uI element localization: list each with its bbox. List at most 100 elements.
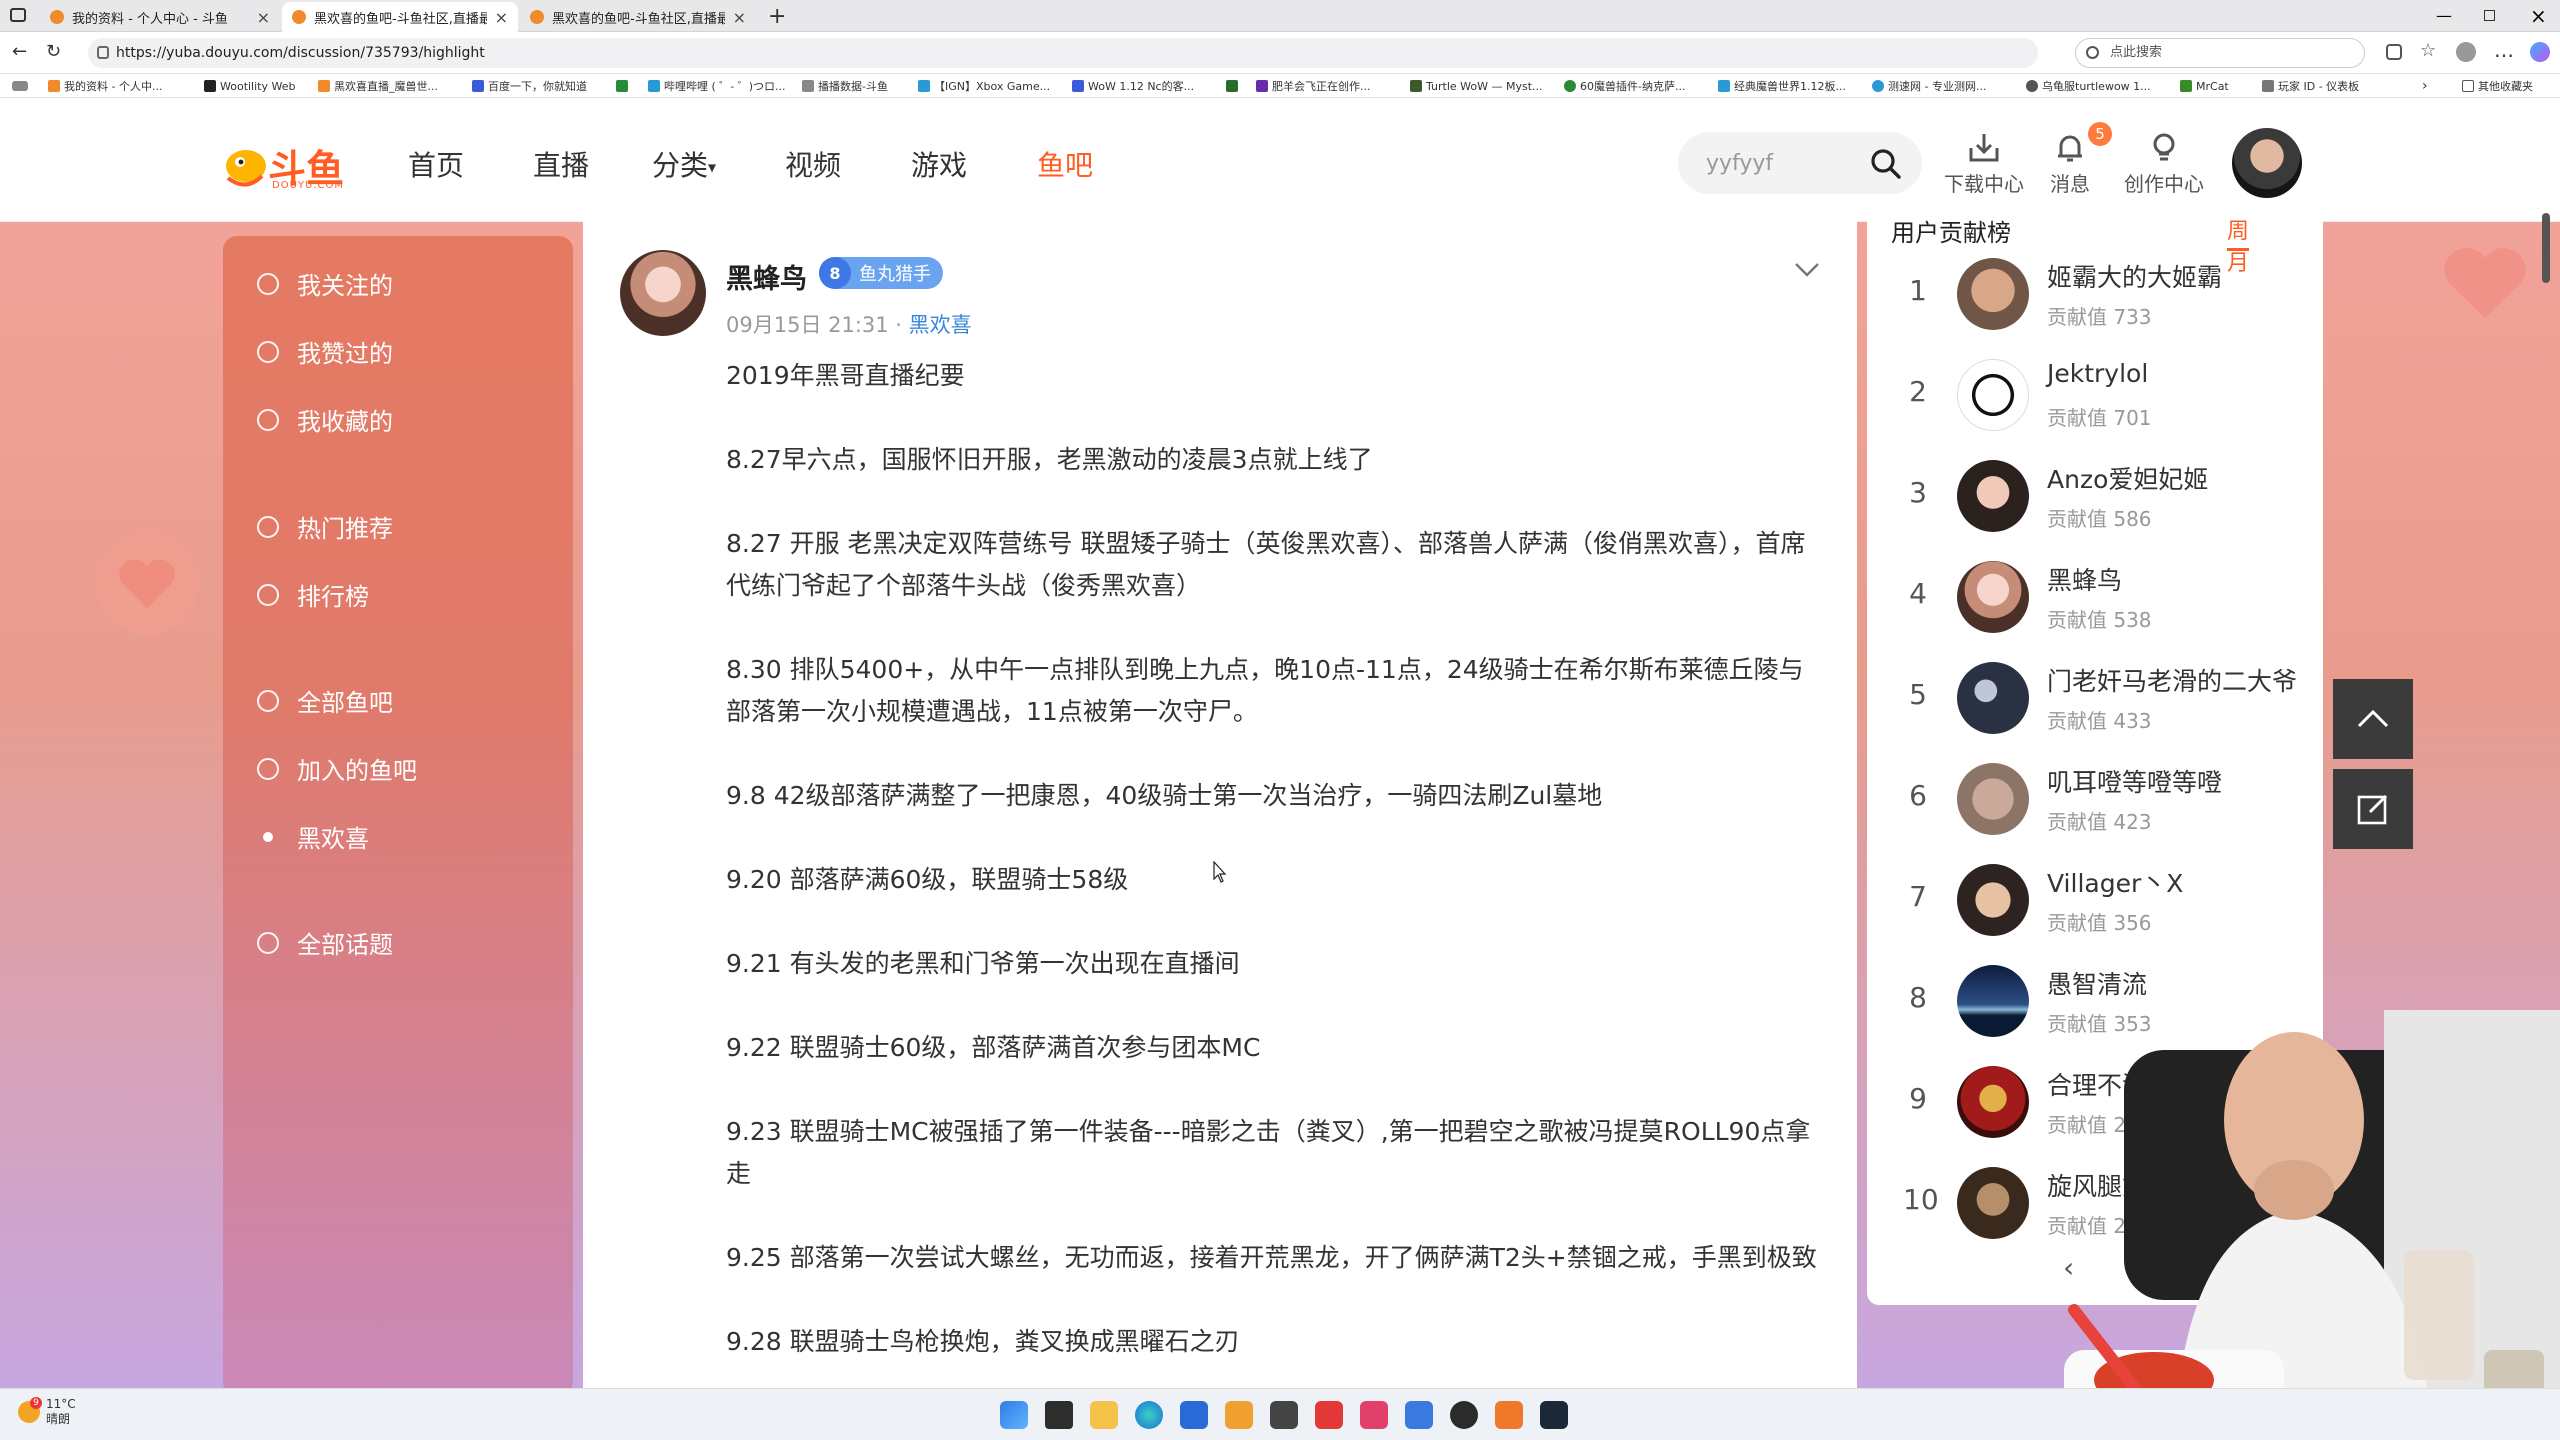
app-icon[interactable] [1450, 1401, 1478, 1429]
scrollbar-thumb[interactable] [2542, 213, 2550, 283]
write-post-button[interactable] [2333, 769, 2413, 849]
other-bookmarks[interactable]: 其他收藏夹 [2462, 78, 2533, 94]
start-icon[interactable] [1000, 1401, 1028, 1429]
ranking-row[interactable]: 5 门老奸马老滑的二大爷 贡献值 433 [1867, 650, 2323, 750]
browser-search-field[interactable]: 点此搜索 [2075, 38, 2365, 68]
app-icon[interactable] [1270, 1401, 1298, 1429]
close-window-icon[interactable]: × [2530, 4, 2547, 28]
favorites-icon[interactable]: ☆ [2420, 40, 2436, 61]
sidebar-item-hot[interactable]: 热门推荐 [257, 509, 393, 544]
lock-icon [97, 46, 109, 59]
copilot-icon[interactable] [2530, 42, 2550, 62]
sidebar-item-following[interactable]: 我关注的 [257, 266, 393, 301]
douyu-logo[interactable]: 斗鱼 DOUYU.COM [222, 138, 362, 192]
nav-category[interactable]: 分类▾ [652, 144, 716, 184]
browser-tab-3[interactable]: 黑欢喜的鱼吧-斗鱼社区,直播最好 × [520, 2, 756, 32]
bookmark-item[interactable]: 黑欢喜直播_魔兽世... [318, 78, 438, 94]
maximize-window-icon[interactable] [2484, 10, 2495, 21]
bookmark-item[interactable]: 乌龟服turtlewow 1... [2026, 78, 2151, 94]
browser-tab-1[interactable]: 我的资料 - 个人中心 - 斗鱼 × [40, 2, 280, 32]
bookmark-item[interactable]: 经典魔兽世界1.12板... [1718, 78, 1846, 94]
steam-icon[interactable] [1540, 1401, 1568, 1429]
download-center[interactable]: 下载中心 [1944, 130, 2024, 197]
sidebar-item-joined[interactable]: 加入的鱼吧 [257, 751, 417, 786]
messages[interactable]: 5 消息 [2050, 122, 2112, 197]
sidebar-item-ranking[interactable]: 排行榜 [257, 577, 369, 612]
app-icon[interactable] [1360, 1401, 1388, 1429]
bookmark-favicon-icon [2262, 80, 2274, 92]
ranking-row[interactable]: 4 黑蜂鸟 贡献值 538 [1867, 549, 2323, 649]
weather-widget[interactable]: 9 11°C 晴朗 [18, 1397, 76, 1427]
close-tab-icon[interactable]: × [495, 8, 508, 27]
rank-number: 3 [1909, 476, 1927, 509]
author-name[interactable]: 黑蜂鸟 [726, 257, 807, 296]
bookmark-item[interactable]: 【IGN】Xbox Game... [918, 78, 1050, 94]
store-icon[interactable] [1180, 1401, 1208, 1429]
nav-video[interactable]: 视频 [785, 144, 841, 184]
app-icon[interactable] [1315, 1401, 1343, 1429]
chevron-down-icon[interactable] [1793, 261, 1821, 279]
tab-title: 我的资料 - 个人中心 - 斗鱼 [72, 11, 228, 27]
search-icon[interactable] [1870, 148, 1902, 180]
close-tab-icon[interactable]: × [257, 8, 270, 27]
nav-live[interactable]: 直播 [533, 144, 589, 184]
bell-icon [2058, 135, 2082, 162]
back-icon[interactable]: ← [12, 41, 27, 62]
profile-icon[interactable] [2456, 42, 2476, 62]
user-avatar[interactable] [2232, 128, 2302, 198]
nav-yuba[interactable]: 鱼吧 [1037, 144, 1093, 184]
group-link[interactable]: 黑欢喜 [909, 313, 972, 337]
sidebar-item-heihuanxi[interactable]: 黑欢喜 [257, 819, 369, 854]
sidebar-item-liked[interactable]: 我赞过的 [257, 334, 393, 369]
extensions-icon[interactable] [2386, 44, 2402, 60]
bookmark-favicon-icon [318, 80, 330, 92]
bookmark-item[interactable] [1226, 78, 1242, 94]
ranking-row[interactable]: 6 叽耳噔等噔等噔 贡献值 423 [1867, 751, 2323, 851]
close-tab-icon[interactable]: × [733, 8, 746, 27]
bookmark-item[interactable]: 玩家 ID - 仪表板 [2262, 78, 2359, 94]
ranking-row[interactable]: 7 Villager丶X 贡献值 356 [1867, 852, 2323, 952]
ranking-row[interactable]: 2 Jektrylol 贡献值 701 [1867, 347, 2323, 447]
file-explorer-icon[interactable] [1090, 1401, 1118, 1429]
author-avatar[interactable] [620, 250, 706, 336]
rank-number: 4 [1909, 577, 1927, 610]
url-field[interactable]: https://yuba.douyu.com/discussion/735793… [88, 38, 2038, 68]
creator-center[interactable]: 创作中心 [2124, 130, 2204, 197]
nav-home[interactable]: 首页 [408, 144, 464, 184]
tab-actions-icon[interactable] [10, 8, 26, 22]
site-search-input[interactable] [1706, 147, 1866, 179]
app-icon[interactable] [1405, 1401, 1433, 1429]
bookmark-item[interactable]: Turtle WoW — Myst... [1410, 78, 1543, 94]
bookmark-item[interactable]: 我的资料 - 个人中... [48, 78, 162, 94]
refresh-icon[interactable]: ↻ [46, 41, 61, 62]
new-tab-icon[interactable]: + [768, 4, 786, 29]
sidebar-item-all-groups[interactable]: 全部鱼吧 [257, 683, 393, 718]
bookmark-item[interactable]: 哔哩哔哩 ( ゜- ゜)つロ... [648, 78, 786, 94]
bookmark-item[interactable]: 测速网 - 专业测网... [1872, 78, 1986, 94]
bookmark-item[interactable]: WoW 1.12 Nc的客... [1072, 78, 1194, 94]
nav-game[interactable]: 游戏 [911, 144, 967, 184]
bookmark-item[interactable]: 播播数据-斗鱼 [802, 78, 888, 94]
more-menu-icon[interactable]: … [2494, 38, 2514, 62]
edge-icon[interactable] [1135, 1401, 1163, 1429]
app-icon[interactable] [1225, 1401, 1253, 1429]
app-icon[interactable] [1495, 1401, 1523, 1429]
ranking-row[interactable]: 1 姬霸大的大姬霸 贡献值 733 [1867, 246, 2323, 346]
bookmark-item[interactable]: Wootility Web [204, 78, 295, 94]
sidebar-item-topics[interactable]: 全部话题 [257, 925, 393, 960]
avatar [1957, 561, 2029, 633]
task-view-icon[interactable] [1045, 1401, 1073, 1429]
bookmark-item[interactable]: MrCat [2180, 78, 2229, 94]
bookmark-item[interactable] [616, 78, 632, 94]
bookmark-item[interactable]: 60魔兽插件-纳克萨... [1564, 78, 1685, 94]
bookmarks-more-icon[interactable]: › [2422, 78, 2428, 94]
bookmarks-toggle-icon[interactable] [12, 78, 28, 94]
bookmark-item[interactable]: 肥羊会飞正在创作... [1256, 78, 1371, 94]
ranking-row[interactable]: 3 Anzo爱妲妃姬 贡献值 586 [1867, 448, 2323, 548]
minimize-window-icon[interactable]: — [2436, 6, 2452, 25]
back-to-top-button[interactable] [2333, 679, 2413, 759]
sidebar-item-favorites[interactable]: 我收藏的 [257, 402, 393, 437]
bookmark-item[interactable]: 百度一下，你就知道 [472, 78, 587, 94]
browser-tab-2[interactable]: 黑欢喜的鱼吧-斗鱼社区,直播最好 × [282, 2, 518, 32]
ranking-score: 贡献值 433 [2047, 709, 2152, 733]
